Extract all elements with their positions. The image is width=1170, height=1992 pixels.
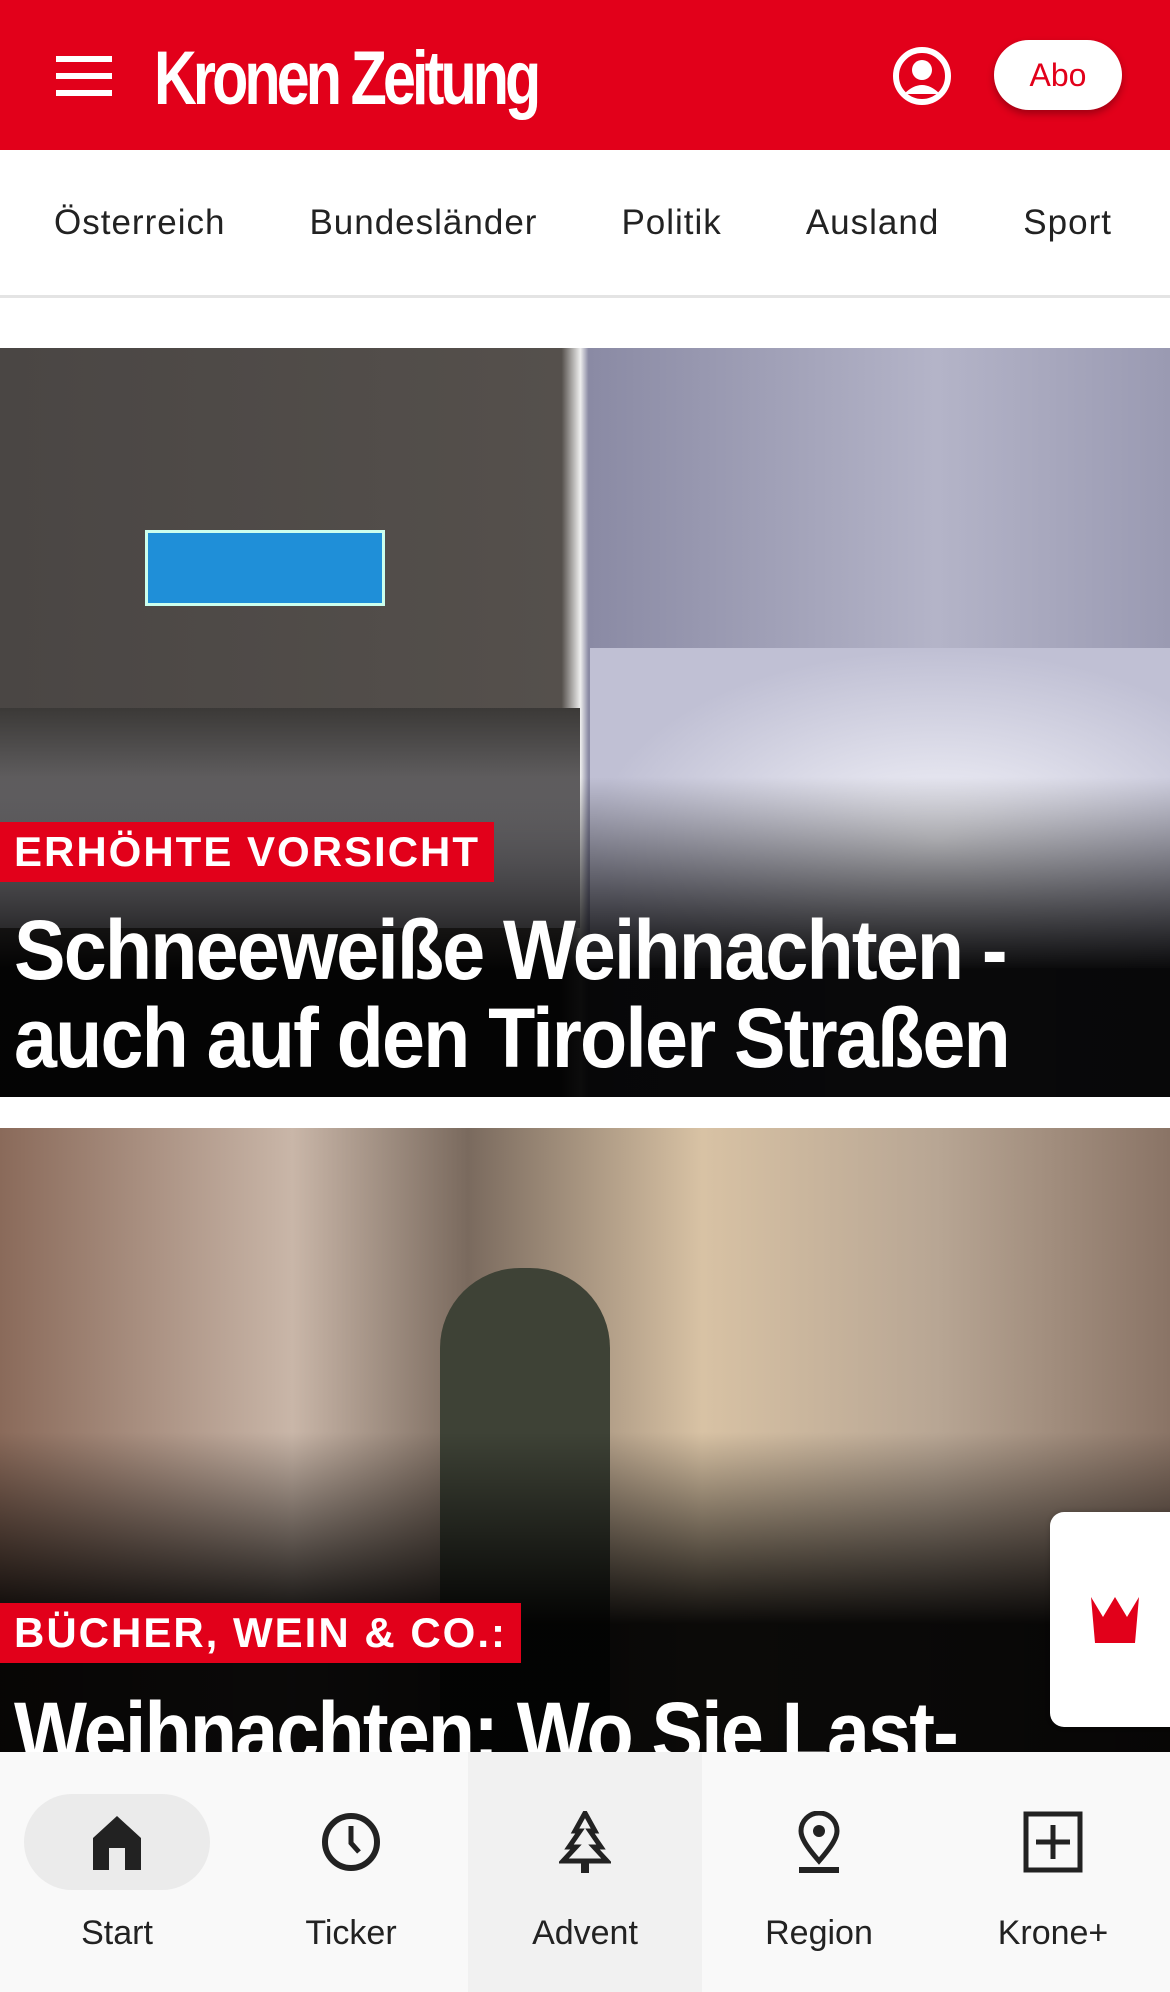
- article-card[interactable]: BÜCHER, WEIN & CO.: Weihnachten: Wo Sie …: [0, 1128, 1170, 1752]
- menu-icon[interactable]: [56, 56, 112, 96]
- location-pin-icon: [798, 1811, 840, 1873]
- nav-item-oesterreich[interactable]: Österreich: [54, 203, 225, 243]
- article-tag: BÜCHER, WEIN & CO.:: [0, 1603, 521, 1663]
- user-account-icon[interactable]: [892, 46, 952, 106]
- tab-label: Ticker: [305, 1914, 397, 1952]
- article-headline[interactable]: Weihnachten: Wo Sie Last-: [14, 1688, 1041, 1752]
- tab-region[interactable]: Region: [702, 1752, 936, 1992]
- tab-label: Advent: [532, 1914, 638, 1952]
- home-icon: [93, 1816, 141, 1870]
- tree-icon: [559, 1811, 611, 1873]
- tab-start[interactable]: Start: [0, 1752, 234, 1992]
- article-headline[interactable]: Schneeweiße Weihnachten - auch auf den T…: [14, 906, 1041, 1082]
- tab-label: Region: [765, 1914, 873, 1952]
- abo-button[interactable]: Abo: [994, 40, 1122, 110]
- tab-label: Start: [81, 1914, 153, 1952]
- category-nav: Österreich Bundesländer Politik Ausland …: [0, 150, 1170, 298]
- plus-box-icon: [1023, 1811, 1083, 1873]
- clock-icon: [322, 1813, 380, 1871]
- krone-widget-button[interactable]: [1050, 1512, 1170, 1727]
- nav-item-ausland[interactable]: Ausland: [806, 203, 939, 243]
- tab-ticker[interactable]: Ticker: [234, 1752, 468, 1992]
- logo[interactable]: Kronen Zeitung: [154, 34, 541, 124]
- bottom-nav: Start Ticker Advent Region Krone+: [0, 1752, 1170, 1992]
- article-tag: ERHÖHTE VORSICHT: [0, 822, 495, 882]
- nav-item-politik[interactable]: Politik: [621, 203, 721, 243]
- nav-item-bundeslaender[interactable]: Bundesländer: [309, 203, 537, 243]
- tab-label: Krone+: [997, 1914, 1109, 1952]
- nav-item-sport[interactable]: Sport: [1023, 203, 1112, 243]
- tab-advent[interactable]: Advent: [468, 1752, 702, 1992]
- article-card[interactable]: ERHÖHTE VORSICHT Schneeweiße Weihnachten…: [0, 348, 1170, 1097]
- road-sign-image: [145, 530, 385, 606]
- tab-krone-plus[interactable]: Krone+: [936, 1752, 1170, 1992]
- app-header: Kronen Zeitung Abo: [0, 0, 1170, 150]
- crown-icon: [1091, 1596, 1139, 1643]
